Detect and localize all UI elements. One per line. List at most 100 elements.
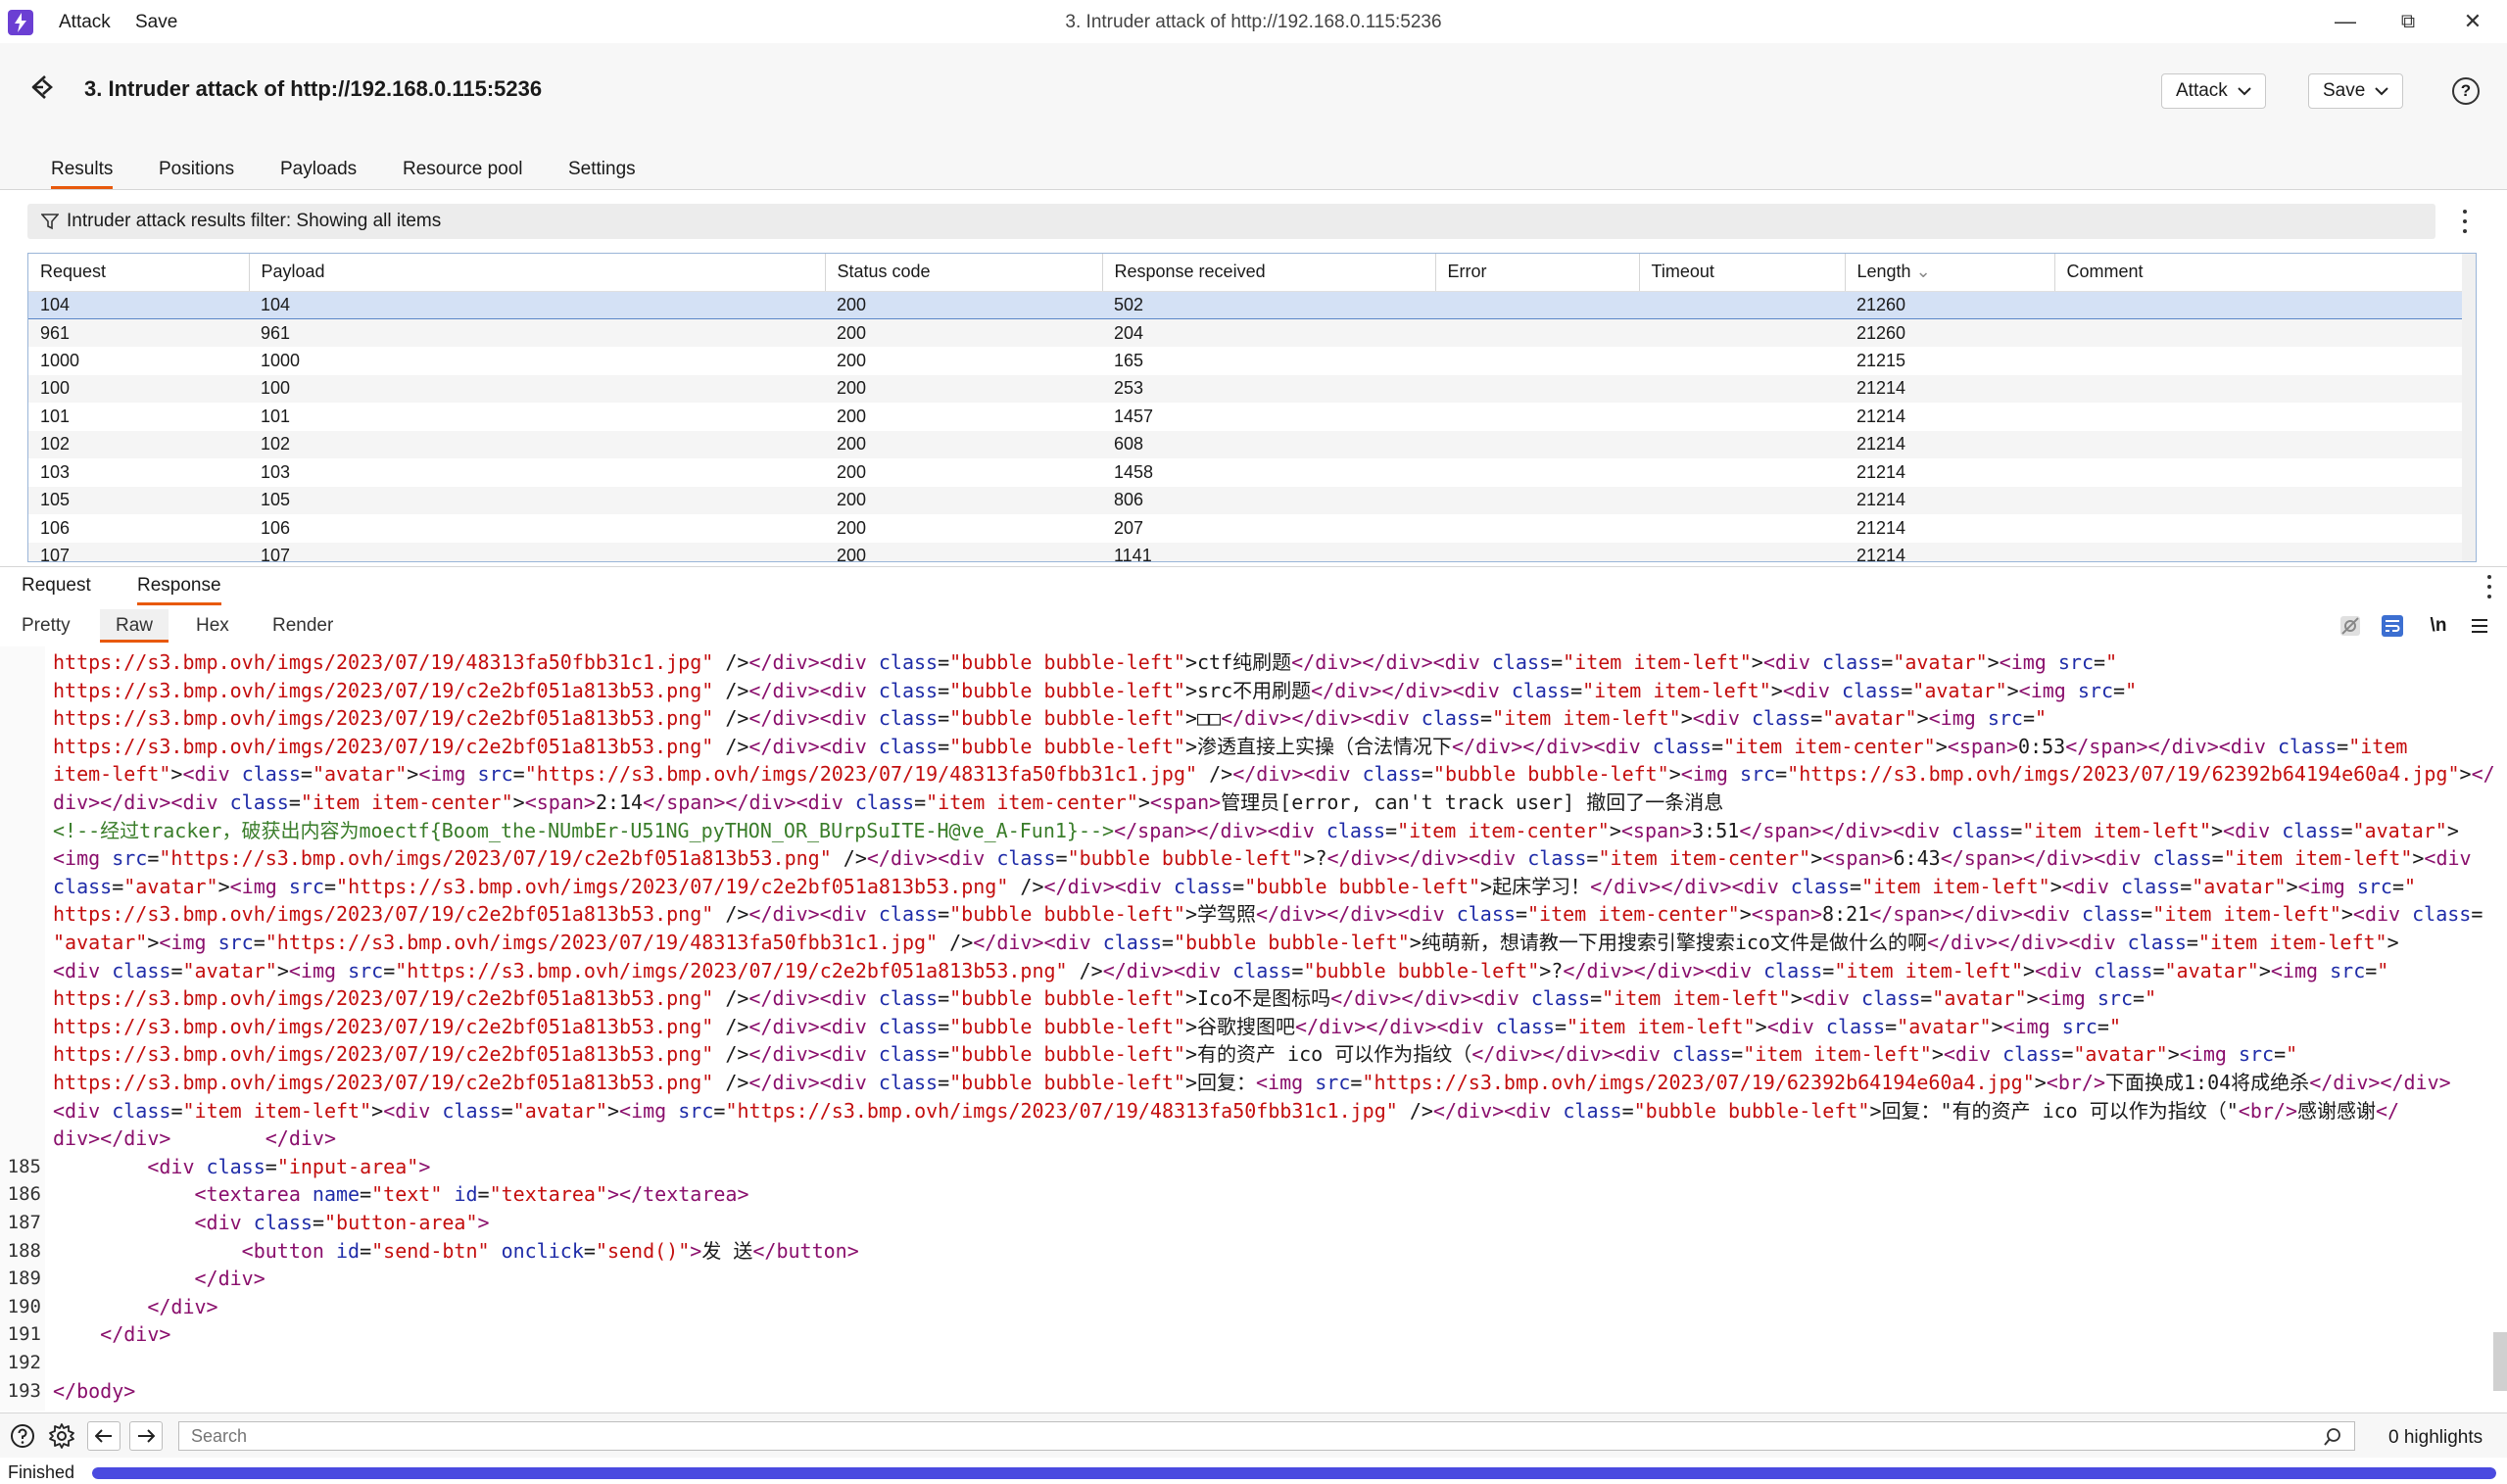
cell-timeout xyxy=(1639,318,1845,347)
message-tabs: Request Response xyxy=(0,566,2507,605)
cell-response-received: 207 xyxy=(1114,517,1144,538)
code-token: "item item-center" xyxy=(1722,734,1936,758)
word-wrap-icon[interactable] xyxy=(2380,613,2405,639)
code-token: /> xyxy=(713,1071,749,1094)
tab-payloads[interactable]: Payloads xyxy=(280,159,357,180)
code-token: </div></div><div xyxy=(1221,706,1422,731)
code-token: "https://s3.bmp.ovh/imgs/2023/07/19/4831… xyxy=(725,1098,1398,1123)
save-dropdown-button[interactable]: Save xyxy=(2308,73,2404,109)
column-header-response-received[interactable]: Response received xyxy=(1102,254,1436,292)
cell-payload: 1000 xyxy=(261,350,301,370)
code-line: </div> xyxy=(53,1320,170,1348)
tab-pretty[interactable]: Pretty xyxy=(22,615,71,637)
column-header-payload[interactable]: Payload xyxy=(249,254,826,292)
code-token: " xyxy=(2377,958,2389,982)
code-token: class xyxy=(1825,1014,1886,1038)
cell-response-received: 1458 xyxy=(1114,461,1154,482)
tab-resource-pool[interactable]: Resource pool xyxy=(403,159,523,180)
code-token: https://s3.bmp.ovh/imgs/2023/07/19/c2e2b… xyxy=(53,1014,714,1038)
code-token: "avatar" xyxy=(1912,678,2007,702)
line-number xyxy=(6,957,41,984)
settings-gear-icon[interactable] xyxy=(47,1421,76,1451)
code-token: "https://s3.bmp.ovh/imgs/2023/07/19/c2e2… xyxy=(336,874,1009,898)
tab-response[interactable]: Response xyxy=(137,575,221,605)
cell-request: 107 xyxy=(28,542,249,561)
table-row[interactable]: 107 107 200 1141 21214 xyxy=(28,542,2476,561)
table-row[interactable]: 105 105 200 806 21214 xyxy=(28,486,2476,514)
code-token: = xyxy=(2274,1042,2287,1067)
minimize-button[interactable]: — xyxy=(2326,6,2365,37)
column-header-length[interactable]: Length ⌄ xyxy=(1845,254,2055,292)
column-header-timeout[interactable]: Timeout xyxy=(1639,254,1846,292)
code-token: = xyxy=(1586,846,1599,871)
help-circle-icon[interactable] xyxy=(8,1421,37,1451)
table-row[interactable]: 103 103 200 1458 21214 xyxy=(28,458,2476,487)
code-token: </div></div><div xyxy=(1563,958,1764,982)
tab-render[interactable]: Render xyxy=(272,615,333,637)
tab-positions[interactable]: Positions xyxy=(159,159,234,180)
code-token: class xyxy=(1456,902,1516,927)
code-token: = xyxy=(2391,874,2405,898)
code-token: "bubble bubble-left" xyxy=(1067,846,1304,871)
code-line: https://s3.bmp.ovh/imgs/2023/07/19/c2e2b… xyxy=(53,984,2156,1012)
cell-request: 101 xyxy=(40,406,71,426)
tab-settings[interactable]: Settings xyxy=(568,159,636,180)
restore-button[interactable]: ⧉ xyxy=(2388,6,2428,37)
code-token: /> xyxy=(713,1014,749,1038)
help-icon[interactable]: ? xyxy=(2452,77,2480,105)
search-field[interactable] xyxy=(178,1421,2355,1451)
column-header-status-code[interactable]: Status code xyxy=(825,254,1103,292)
tab-request[interactable]: Request xyxy=(22,575,91,597)
attack-dropdown-button[interactable]: Attack xyxy=(2161,73,2266,109)
table-row[interactable]: 1000 1000 200 165 21215 xyxy=(28,347,2476,375)
response-editor[interactable]: https://s3.bmp.ovh/imgs/2023/07/19/48313… xyxy=(0,646,2507,1411)
page-title: 3. Intruder attack of http://192.168.0.1… xyxy=(84,76,543,101)
tab-hex[interactable]: Hex xyxy=(196,615,229,637)
code-token: src xyxy=(2097,986,2134,1011)
code-token: class xyxy=(2081,902,2142,927)
code-token: = xyxy=(1554,1014,1567,1038)
code-token: "item item-left" xyxy=(1861,874,2050,898)
cell-payload: 101 xyxy=(261,406,291,426)
menu-icon[interactable] xyxy=(2467,613,2492,639)
show-newlines-icon[interactable]: \n xyxy=(2424,613,2453,639)
cell-payload: 103 xyxy=(261,461,291,482)
search-input[interactable] xyxy=(189,1424,2305,1448)
table-row[interactable]: 106 106 200 207 21214 xyxy=(28,514,2476,543)
column-header-request[interactable]: Request xyxy=(28,254,250,292)
back-arrow-icon[interactable] xyxy=(27,72,57,108)
next-arrow-icon[interactable] xyxy=(129,1421,163,1451)
message-more-icon[interactable] xyxy=(2484,572,2494,601)
code-token: class xyxy=(1652,734,1712,758)
filter-more-icon[interactable] xyxy=(2460,207,2470,236)
tab-raw[interactable]: Raw xyxy=(100,609,169,643)
table-row[interactable]: 100 100 200 253 21214 xyxy=(28,374,2476,403)
code-token: = xyxy=(1850,874,1862,898)
results-scrollbar[interactable] xyxy=(2462,254,2476,561)
cell-request: 102 xyxy=(28,430,249,458)
column-header-error[interactable]: Error xyxy=(1435,254,1640,292)
table-row[interactable]: 102 102 200 608 21214 xyxy=(28,430,2476,458)
results-filter-bar[interactable]: Intruder attack results filter: Showing … xyxy=(27,204,2435,239)
close-button[interactable]: ✕ xyxy=(2453,6,2492,37)
table-row[interactable]: 104 104 200 502 21260 xyxy=(28,290,2476,319)
code-token: class xyxy=(1763,958,1823,982)
hide-nonprinting-icon[interactable] xyxy=(2338,613,2363,639)
table-row[interactable]: 961 961 200 204 21260 xyxy=(28,318,2476,347)
previous-arrow-icon[interactable] xyxy=(87,1421,121,1451)
table-row[interactable]: 101 101 200 1457 21214 xyxy=(28,403,2476,431)
code-token: > xyxy=(2049,874,2062,898)
cell-timeout xyxy=(1639,290,1845,319)
code-token: = xyxy=(170,1098,183,1123)
code-token: class xyxy=(878,1071,939,1094)
tab-results[interactable]: Results xyxy=(51,159,114,189)
cell-length: 21214 xyxy=(1856,517,1906,538)
code-token: > xyxy=(2026,986,2039,1011)
length-header-label: Length xyxy=(1856,262,1911,282)
line-number: 185 xyxy=(7,1155,41,1177)
line-number: 186 xyxy=(7,1183,41,1206)
editor-scrollbar-thumb[interactable] xyxy=(2493,1332,2507,1391)
column-header-comment[interactable]: Comment xyxy=(2054,254,2476,292)
code-token: "https://s3.bmp.ovh/imgs/2023/07/19/c2e2… xyxy=(395,958,1068,982)
code-token: </span></div><div xyxy=(2065,734,2278,758)
